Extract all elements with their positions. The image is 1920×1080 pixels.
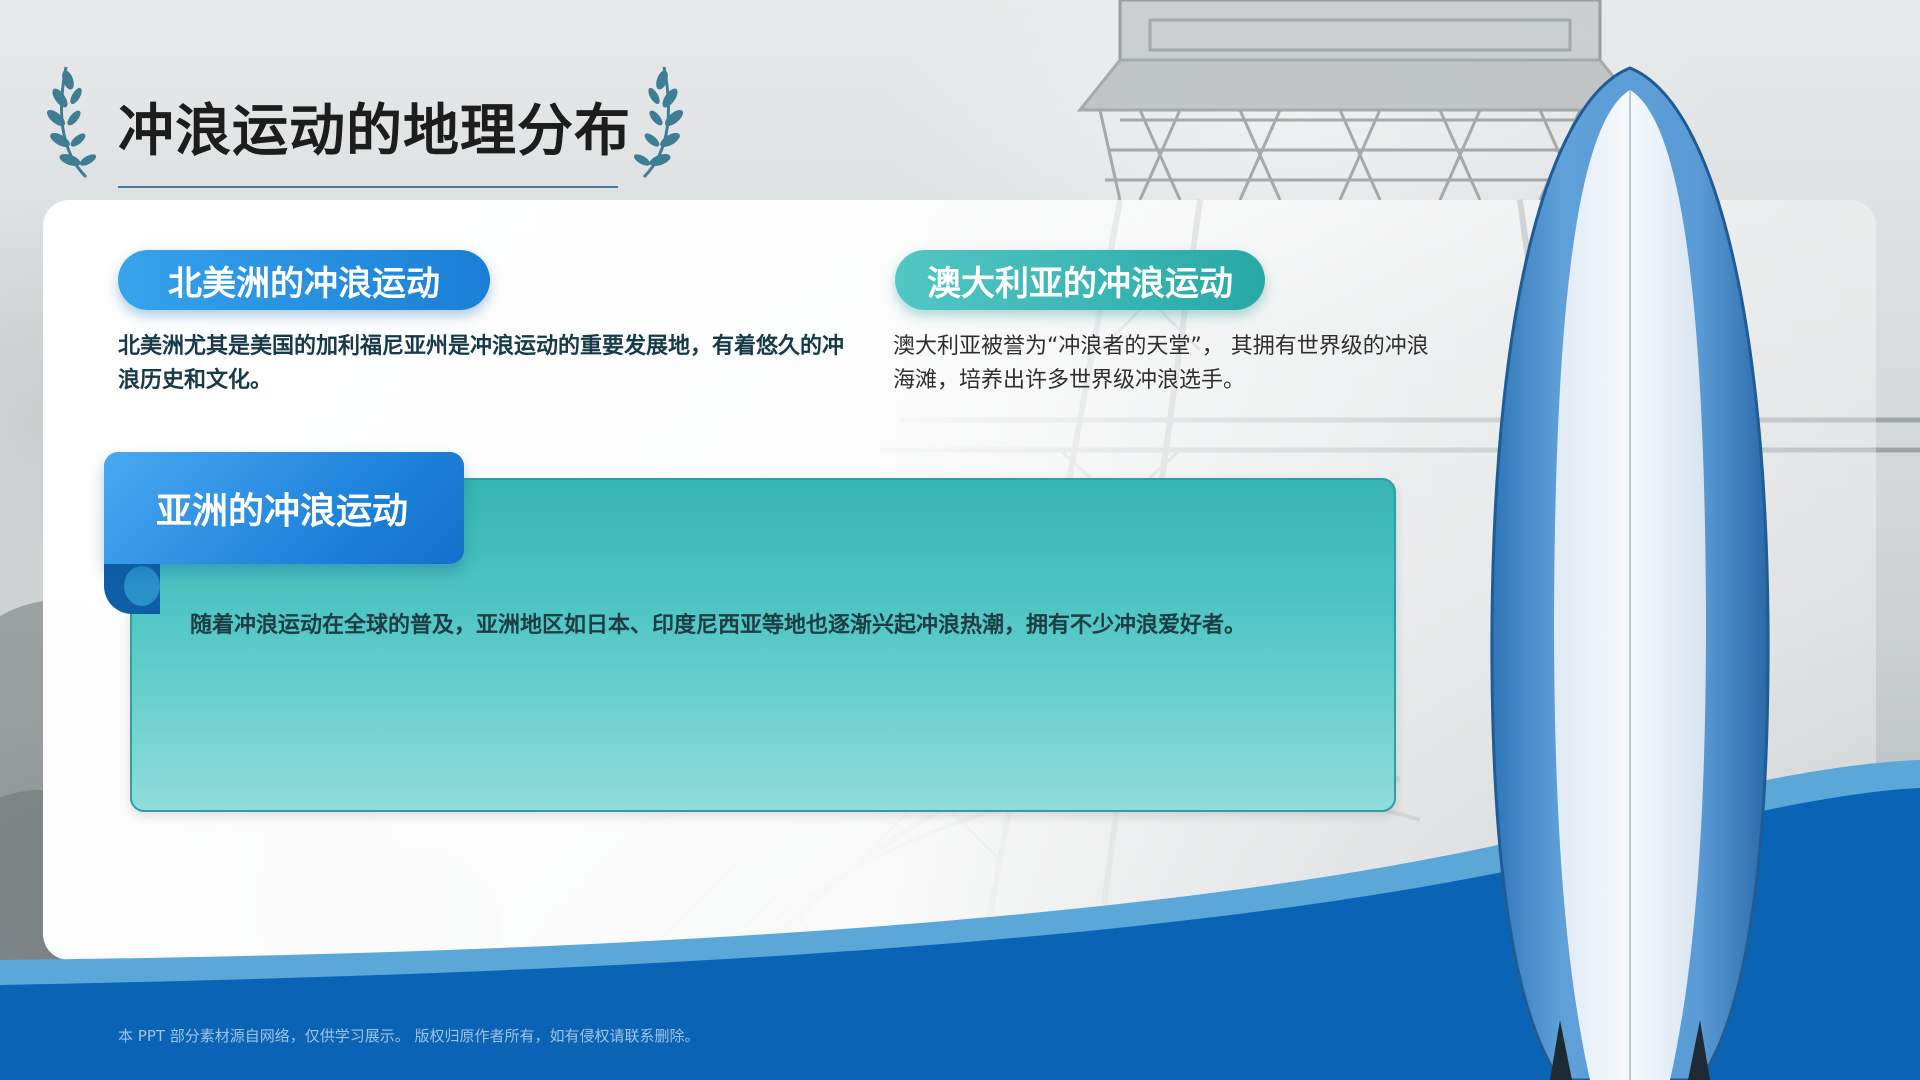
slide: 冲浪运动的地理分布 北美洲的冲浪运动 北美洲尤其是美国的加利福尼亚州是冲浪运动的…: [0, 0, 1920, 1080]
surfboard-icon: [1490, 66, 1770, 1080]
copyright-footnote: 本 PPT 部分素材源自网络，仅供学习展示。 版权归原作者所有，如有侵权请联系删…: [118, 1027, 700, 1045]
